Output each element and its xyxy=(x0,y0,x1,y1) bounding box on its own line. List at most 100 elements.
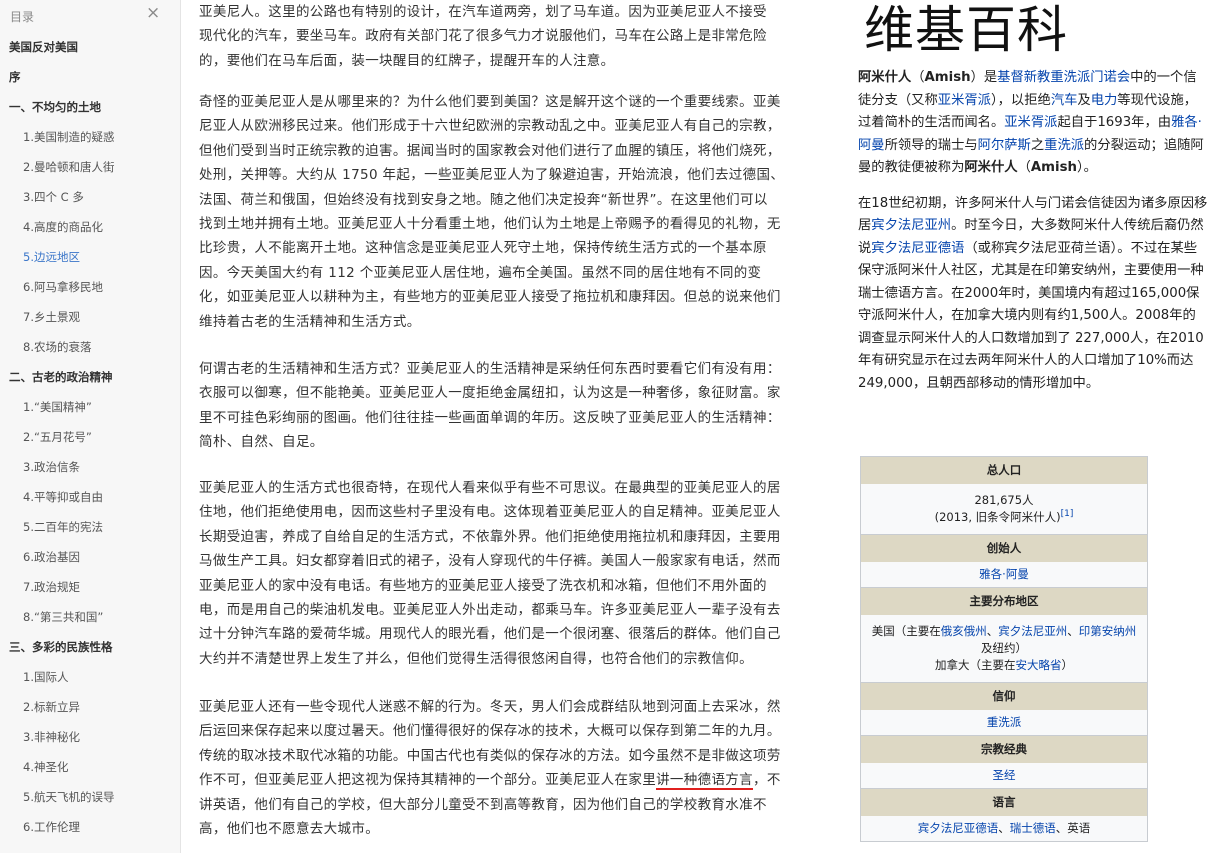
text-line: 传统的取冰技术取代冰箱的功能。中国古代也有类似的保存冰的方法。如今虽然不是非做这… xyxy=(199,747,781,764)
link-anabaptism[interactable]: 重洗派 xyxy=(987,715,1022,729)
text-line: 简朴、自然、自足。 xyxy=(199,434,324,451)
link-ontario[interactable]: 安大略省 xyxy=(1016,658,1062,672)
toc-item[interactable]: 3.四个 C 多 xyxy=(0,182,180,212)
article-paragraph: 何谓古老的生活精神和生活方式？亚美尼亚人的生活精神是采纳任何东西时要看它们有没有… xyxy=(199,357,819,455)
link-electricity[interactable]: 电力 xyxy=(1091,93,1118,108)
toc-item[interactable]: 4.高度的商品化 xyxy=(0,212,180,242)
toc-header: 目录 × xyxy=(0,0,180,32)
infobox-regions: 美国（主要在俄亥俄州、宾夕法尼亚州、印第安纳州及纽约） 加拿大（主要在安大略省） xyxy=(861,615,1147,683)
article-paragraph: 亚美尼亚人还有一些令现代人迷惑不解的行为。冬天，男人们会成群结队地到河面上去采冰… xyxy=(199,695,819,841)
toc-item[interactable]: 三、多彩的民族性格 xyxy=(0,632,180,662)
reference-link[interactable]: [1] xyxy=(1061,509,1074,519)
text-line: 的，要他们在马车后面，装一块醒目的红牌子，提醒开车的人注意。 xyxy=(199,52,615,69)
text-line: 讲英语，他们有自己的学校，但大部分儿童受不到高等教育，因为他们自己的学校教育水准… xyxy=(199,796,767,813)
article-paragraph: 亚美尼人。这里的公路也有特别的设计，在汽车道两旁，划了马车道。因为亚美尼亚人不接… xyxy=(199,0,819,73)
bold-term: 阿米什人 xyxy=(964,160,1018,175)
close-icon[interactable]: × xyxy=(146,3,160,23)
toc-item[interactable]: 1.“美国精神” xyxy=(0,392,180,422)
text-line: 亚美尼亚人还有一些令现代人迷惑不解的行为。冬天，男人们会成群结队地到河面上去采冰… xyxy=(199,699,781,715)
link-bible[interactable]: 圣经 xyxy=(993,768,1016,782)
text: 之 xyxy=(1030,137,1045,153)
infobox-header-belief: 信仰 xyxy=(861,683,1147,710)
wikipedia-logo: 维基百科 xyxy=(864,1,1068,59)
link-amish-sect[interactable]: 亚米胥派 xyxy=(1004,115,1057,130)
toc-item[interactable]: 2.标新立异 xyxy=(0,692,180,722)
link-protestantism[interactable]: 基督新教 xyxy=(997,70,1050,85)
toc-item[interactable]: 7.乡土景观 xyxy=(0,302,180,332)
toc-item[interactable]: 1.国际人 xyxy=(0,662,180,692)
toc-item[interactable]: 序 xyxy=(0,62,180,92)
toc-item[interactable]: 7.政治规矩 xyxy=(0,572,180,602)
article-paragraph: 奇怪的亚美尼亚人是从哪里来的？为什么他们要到美国？这是解开这个谜的一个重要线索。… xyxy=(199,90,819,334)
toc-item[interactable]: 8.“第三共和国” xyxy=(0,602,180,632)
text: 作不可，但亚美尼亚人把这视为保持其精神的一个部分。亚美尼亚人在家里 xyxy=(199,772,657,789)
regions-us: 美国（主要在俄亥俄州、宾夕法尼亚州、印第安纳州及纽约） xyxy=(867,623,1141,657)
link-indiana[interactable]: 印第安纳州 xyxy=(1079,624,1137,638)
text: 、 xyxy=(998,821,1010,835)
toc-item[interactable]: 美国反对美国 xyxy=(0,32,180,62)
highlighted-phrase: 讲一种德语方言 xyxy=(656,772,754,791)
link-amish-sect[interactable]: 亚米胥派 xyxy=(938,93,991,108)
infobox-header-regions: 主要分布地区 xyxy=(861,588,1147,615)
link-alsace[interactable]: 阿尔萨斯 xyxy=(978,138,1031,153)
link-swiss-german[interactable]: 瑞士德语 xyxy=(1010,821,1056,835)
text: 美国（主要在 xyxy=(871,624,941,638)
link-pennsylvania[interactable]: 宾夕法尼亚州 xyxy=(998,624,1067,638)
text-line: 比珍贵，人不能离开土地。这种信念是亚美尼亚人死守土地，保持传统生活方式的一个基本… xyxy=(199,240,767,257)
toc-item[interactable]: 2.曼哈顿和唐人街 xyxy=(0,152,180,182)
toc-item[interactable]: 4.平等抑或自由 xyxy=(0,482,180,512)
bold-term: 阿米什人 xyxy=(858,70,912,85)
text: ，不 xyxy=(753,772,781,789)
wiki-history-paragraph: 在18世纪初期，许多阿米什人与门诺会信徒因为诸多原因移居宾夕法尼亚州。时至今日，… xyxy=(858,193,1208,396)
link-anabaptism[interactable]: 重洗派 xyxy=(1050,70,1090,85)
toc-sidebar: 目录 × 美国反对美国序一、不均匀的土地 1.美国制造的疑惑 2.曼哈顿和唐人街 3.… xyxy=(0,0,181,853)
link-mennonite[interactable]: 门诺会 xyxy=(1090,70,1130,85)
article-paragraph: 亚美尼亚人的生活方式也很奇特，在现代人看来似乎有些不可思议。在最典型的亚美尼亚人… xyxy=(199,476,819,671)
text-line: 亚美尼人。这里的公路也有特别的设计，在汽车道两旁，划了马车道。因为亚美尼亚人不接… xyxy=(199,4,767,20)
toc-item[interactable]: 3.政治信条 xyxy=(0,452,180,482)
link-ohio[interactable]: 俄亥俄州 xyxy=(941,624,987,638)
regions-canada: 加拿大（主要在安大略省） xyxy=(867,657,1141,674)
text: 、 xyxy=(986,624,999,638)
infobox-header-language: 语言 xyxy=(861,789,1147,816)
text: 所领导的瑞士与 xyxy=(884,137,978,153)
text: ）是 xyxy=(970,70,998,85)
toc-item[interactable]: 3.非神秘化 xyxy=(0,722,180,752)
toc-item[interactable]: 6.工作伦理 xyxy=(0,812,180,842)
text-line: 奇怪的亚美尼亚人是从哪里来的？为什么他们要到美国？这是解开这个谜的一个重要线索。… xyxy=(199,94,781,110)
toc-list: 美国反对美国序一、不均匀的土地 1.美国制造的疑惑 2.曼哈顿和唐人街 3.四个 C … xyxy=(0,32,180,842)
toc-item[interactable]: 5.二百年的宪法 xyxy=(0,512,180,542)
text-line: 找到土地并拥有土地。亚美尼亚人十分看重土地，他们认为土地是上帝赐予的看得见的礼物… xyxy=(199,216,781,233)
link-pennsylvania[interactable]: 宾夕法尼亚州 xyxy=(871,218,951,233)
toc-item[interactable]: 一、不均匀的土地 xyxy=(0,92,180,122)
infobox-founder: 雅各·阿曼 xyxy=(861,562,1147,588)
toc-item[interactable]: 5.边远地区 xyxy=(0,242,180,272)
wiki-intro-paragraph: 阿米什人（Amish）是基督新教重洗派门诺会中的一个信徒分支（又称亚米胥派），以… xyxy=(858,67,1208,180)
wiki-infobox: 总人口 281,675人 (2013, 旧条令阿米什人)[1] 创始人 雅各·阿… xyxy=(860,456,1148,842)
text: ），以拒绝 xyxy=(990,92,1051,108)
text-line: 后运回来保存起来以度过暑天。他们懂得很好的保存冰的技术，大概可以保存到第二年的九… xyxy=(199,723,781,740)
link-automobile[interactable]: 汽车 xyxy=(1051,93,1078,108)
link-pennsylvania-german[interactable]: 宾夕法尼亚德语 xyxy=(918,821,999,835)
toc-item[interactable]: 6.阿马拿移民地 xyxy=(0,272,180,302)
toc-item[interactable]: 6.政治基因 xyxy=(0,542,180,572)
link-pennsylvania-german[interactable]: 宾夕法尼亚德语 xyxy=(871,241,964,256)
link-anabaptism[interactable]: 重洗派 xyxy=(1044,138,1084,153)
text: 、 xyxy=(1067,624,1079,638)
text-line: 现代化的汽车，要坐马车。政府有关部门花了很多气力才说服他们，马车在公路上是非常危… xyxy=(199,28,767,45)
wiki-text: 阿米什人（Amish）是基督新教重洗派门诺会中的一个信徒分支（又称亚米胥派），以… xyxy=(858,67,1208,395)
toc-item[interactable]: 2.“五月花号” xyxy=(0,422,180,452)
text: 起自于1693年，由 xyxy=(1057,115,1172,130)
infobox-header-founder: 创始人 xyxy=(861,535,1147,562)
toc-item[interactable]: 5.航天飞机的误导 xyxy=(0,782,180,812)
text: 、英语 xyxy=(1055,821,1091,835)
toc-item[interactable]: 1.美国制造的疑惑 xyxy=(0,122,180,152)
text: （ xyxy=(1017,160,1031,175)
toc-item[interactable]: 二、古老的政治精神 xyxy=(0,362,180,392)
infobox-scripture: 圣经 xyxy=(861,763,1147,789)
toc-item[interactable]: 8.农场的衰落 xyxy=(0,332,180,362)
toc-item[interactable]: 4.神圣化 xyxy=(0,752,180,782)
text-line: 何谓古老的生活精神和生活方式？亚美尼亚人的生活精神是采纳任何东西时要看它们有没有… xyxy=(199,361,781,377)
link-jakob-ammann[interactable]: 雅各·阿曼 xyxy=(979,567,1029,581)
text-line: 因。今天美国大约有 112 个亚美尼亚人居住地，遍布全美国。虽然不同的居住地有不… xyxy=(199,264,762,281)
